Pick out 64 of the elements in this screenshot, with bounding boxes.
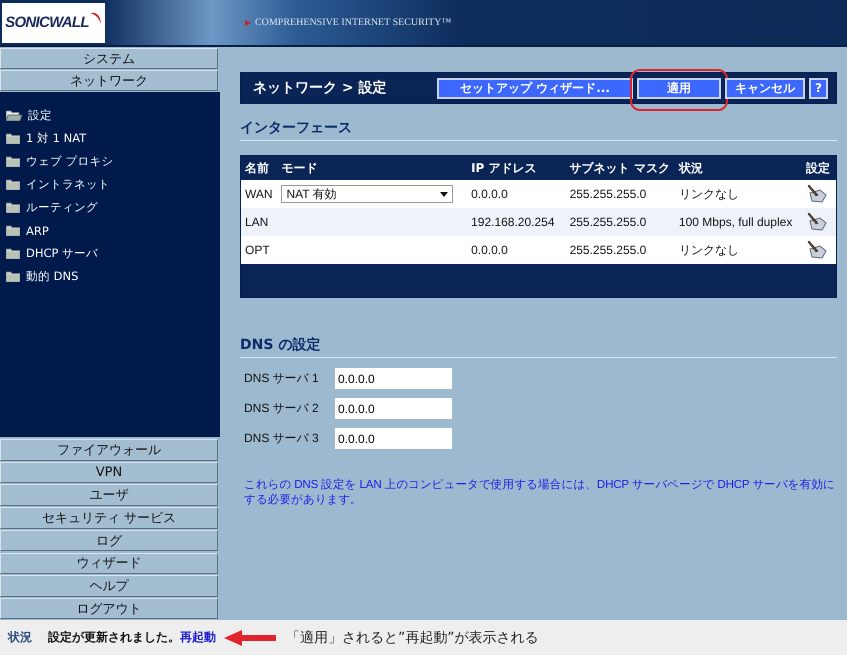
caret-icon: [440, 192, 448, 196]
table-cell: 100 Mbps, full duplex: [678, 215, 792, 229]
dns-server-field[interactable]: 0.0.0.0: [335, 398, 452, 419]
column-header: IP アドレス: [471, 160, 537, 174]
page-title: ネットワーク > 設定: [253, 79, 388, 97]
section-title: DNS の設定: [240, 336, 837, 358]
column-header: 設定: [806, 160, 830, 174]
swoosh-icon: [90, 10, 102, 24]
tagline: COMPREHENSIVE INTERNET SECURITY™: [255, 17, 452, 28]
menu-button[interactable]: セキュリティ サービス: [0, 507, 218, 529]
dns-server-field[interactable]: 0.0.0.0: [335, 368, 452, 389]
table-cell: 192.168.20.254: [471, 215, 555, 229]
menu-button[interactable]: ログ: [0, 530, 218, 552]
nav-item[interactable]: イントラネット: [26, 177, 110, 192]
table-cell: WAN: [245, 187, 273, 201]
menu-button[interactable]: ヘルプ: [0, 575, 218, 597]
menu-button[interactable]: ユーザ: [0, 484, 218, 506]
bullet-icon: [245, 20, 251, 26]
column-header: 名前: [245, 160, 269, 174]
table-cell: LAN: [245, 215, 268, 229]
dns-server-field[interactable]: 0.0.0.0: [335, 428, 452, 449]
table-cell: リンクなし: [678, 186, 739, 200]
menu-button[interactable]: ネットワーク: [0, 70, 218, 91]
nav-item[interactable]: ウェブ プロキシ: [26, 154, 114, 169]
table-cell: 0.0.0.0: [471, 243, 508, 257]
restart-link[interactable]: 再起動: [180, 629, 216, 646]
mode-dropdown[interactable]: NAT 有効: [281, 185, 454, 203]
field-label: DNS サーバ 2: [244, 400, 320, 417]
column-header: サブネット マスク: [570, 160, 670, 174]
nav-item[interactable]: DHCP サーバ: [26, 246, 98, 261]
menu-button[interactable]: VPN: [0, 462, 218, 484]
edit-icon[interactable]: [806, 238, 828, 258]
edit-icon[interactable]: [806, 182, 828, 202]
nav-item[interactable]: 1 対 1 NAT: [26, 131, 86, 146]
nav-item[interactable]: 設定: [28, 108, 52, 123]
status-message: 設定が更新されました。: [48, 629, 180, 646]
menu-button[interactable]: システム: [0, 48, 218, 69]
status-label: 状況: [8, 629, 32, 646]
table-cell: OPT: [245, 243, 270, 257]
toolbar-button[interactable]: セットアップ ウィザード...: [437, 78, 633, 98]
section-title: インターフェース: [240, 119, 837, 141]
annotation-text: 「適用」されると”再起動”が表示される: [286, 628, 539, 646]
field-label: DNS サーバ 1: [244, 370, 320, 387]
edit-icon[interactable]: [806, 210, 828, 230]
logo: SONICWALL: [5, 14, 89, 31]
help-note: これらの DNS 設定を LAN 上のコンピュータで使用する場合には、DHCP サーバページで DHCP サーバを有効にする必要があります。: [244, 477, 836, 507]
menu-button[interactable]: ファイアウォール: [0, 439, 218, 461]
toolbar-button[interactable]: 適用: [637, 78, 721, 98]
table-cell: 255.255.255.0: [570, 243, 646, 257]
menu-button[interactable]: ウィザード: [0, 552, 218, 574]
toolbar-button[interactable]: キャンセル: [725, 78, 805, 98]
table-cell: 255.255.255.0: [570, 215, 646, 229]
table-cell: 255.255.255.0: [570, 187, 646, 201]
menu-button[interactable]: ログアウト: [0, 598, 218, 620]
field-label: DNS サーバ 3: [244, 430, 320, 447]
column-header: モード: [281, 160, 318, 174]
nav-item[interactable]: ルーティング: [26, 200, 98, 215]
table-cell: 0.0.0.0: [471, 187, 508, 201]
arrow-icon: [224, 628, 276, 646]
column-header: 状況: [678, 160, 703, 174]
nav-item[interactable]: ARP: [26, 224, 49, 238]
table-cell: リンクなし: [678, 242, 739, 256]
nav-item[interactable]: 動的 DNS: [26, 269, 78, 284]
toolbar-button[interactable]: ?: [809, 78, 828, 98]
